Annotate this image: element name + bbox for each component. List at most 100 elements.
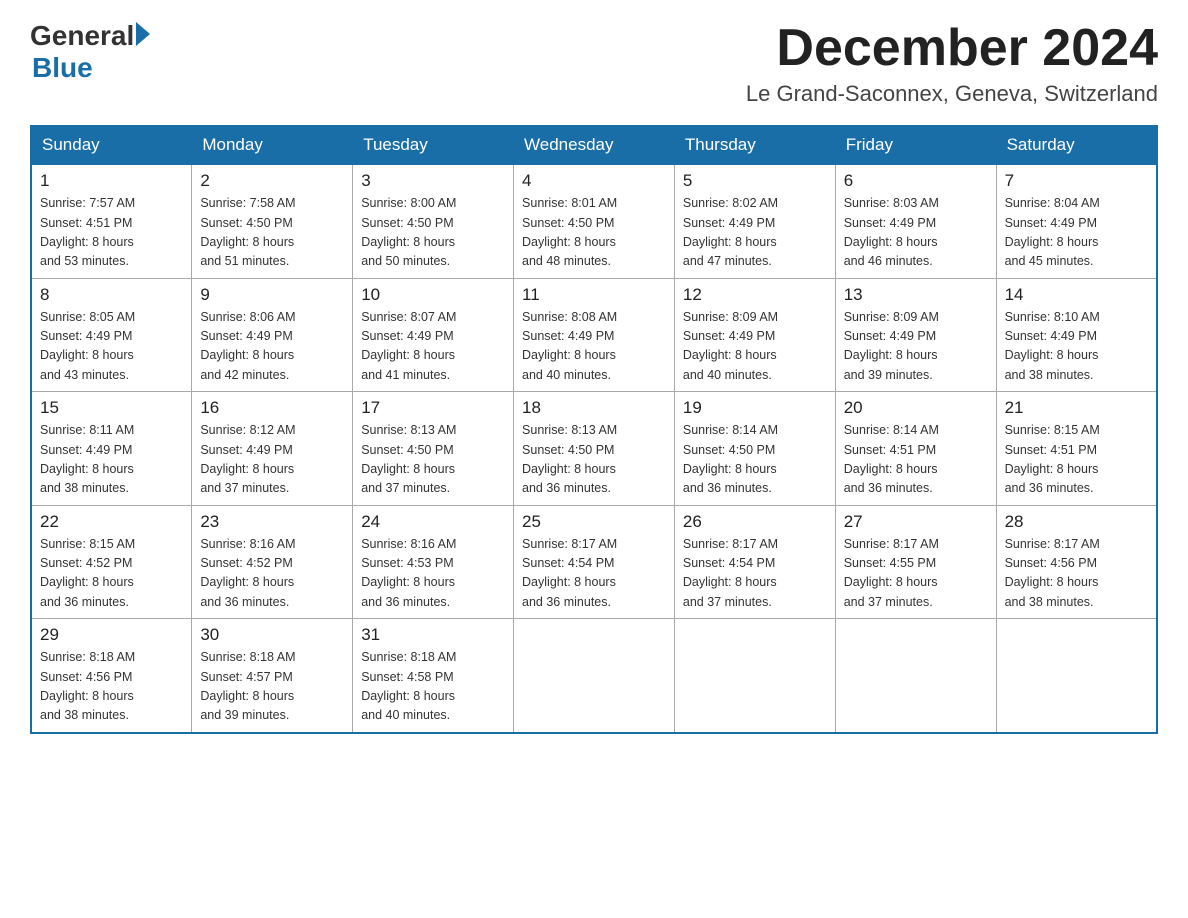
table-row: 6 Sunrise: 8:03 AMSunset: 4:49 PMDayligh… [835,164,996,278]
day-info: Sunrise: 8:07 AMSunset: 4:49 PMDaylight:… [361,310,456,382]
day-info: Sunrise: 7:58 AMSunset: 4:50 PMDaylight:… [200,196,295,268]
calendar-week-row: 22 Sunrise: 8:15 AMSunset: 4:52 PMDaylig… [31,505,1157,619]
day-info: Sunrise: 8:04 AMSunset: 4:49 PMDaylight:… [1005,196,1100,268]
table-row: 13 Sunrise: 8:09 AMSunset: 4:49 PMDaylig… [835,278,996,392]
day-number: 11 [522,285,666,305]
day-info: Sunrise: 8:18 AMSunset: 4:56 PMDaylight:… [40,650,135,722]
day-number: 17 [361,398,505,418]
day-info: Sunrise: 8:17 AMSunset: 4:56 PMDaylight:… [1005,537,1100,609]
table-row: 11 Sunrise: 8:08 AMSunset: 4:49 PMDaylig… [514,278,675,392]
day-number: 8 [40,285,183,305]
day-number: 5 [683,171,827,191]
day-info: Sunrise: 8:00 AMSunset: 4:50 PMDaylight:… [361,196,456,268]
logo: General Blue [30,20,150,84]
day-info: Sunrise: 8:17 AMSunset: 4:54 PMDaylight:… [522,537,617,609]
day-info: Sunrise: 8:18 AMSunset: 4:57 PMDaylight:… [200,650,295,722]
day-number: 22 [40,512,183,532]
table-row: 29 Sunrise: 8:18 AMSunset: 4:56 PMDaylig… [31,619,192,733]
logo-general-text: General [30,20,134,52]
table-row [514,619,675,733]
table-row [674,619,835,733]
table-row: 4 Sunrise: 8:01 AMSunset: 4:50 PMDayligh… [514,164,675,278]
day-info: Sunrise: 8:16 AMSunset: 4:52 PMDaylight:… [200,537,295,609]
day-info: Sunrise: 8:16 AMSunset: 4:53 PMDaylight:… [361,537,456,609]
day-number: 7 [1005,171,1148,191]
table-row: 12 Sunrise: 8:09 AMSunset: 4:49 PMDaylig… [674,278,835,392]
table-row: 17 Sunrise: 8:13 AMSunset: 4:50 PMDaylig… [353,392,514,506]
day-number: 9 [200,285,344,305]
table-row: 20 Sunrise: 8:14 AMSunset: 4:51 PMDaylig… [835,392,996,506]
table-row: 5 Sunrise: 8:02 AMSunset: 4:49 PMDayligh… [674,164,835,278]
day-info: Sunrise: 8:14 AMSunset: 4:51 PMDaylight:… [844,423,939,495]
col-wednesday: Wednesday [514,126,675,164]
table-row: 27 Sunrise: 8:17 AMSunset: 4:55 PMDaylig… [835,505,996,619]
day-number: 21 [1005,398,1148,418]
table-row: 8 Sunrise: 8:05 AMSunset: 4:49 PMDayligh… [31,278,192,392]
day-number: 23 [200,512,344,532]
day-info: Sunrise: 8:14 AMSunset: 4:50 PMDaylight:… [683,423,778,495]
table-row: 23 Sunrise: 8:16 AMSunset: 4:52 PMDaylig… [192,505,353,619]
day-number: 18 [522,398,666,418]
day-number: 16 [200,398,344,418]
day-info: Sunrise: 7:57 AMSunset: 4:51 PMDaylight:… [40,196,135,268]
day-number: 6 [844,171,988,191]
month-title: December 2024 [746,20,1158,77]
day-number: 29 [40,625,183,645]
day-number: 4 [522,171,666,191]
table-row: 2 Sunrise: 7:58 AMSunset: 4:50 PMDayligh… [192,164,353,278]
table-row: 22 Sunrise: 8:15 AMSunset: 4:52 PMDaylig… [31,505,192,619]
calendar-week-row: 8 Sunrise: 8:05 AMSunset: 4:49 PMDayligh… [31,278,1157,392]
day-info: Sunrise: 8:08 AMSunset: 4:49 PMDaylight:… [522,310,617,382]
day-number: 15 [40,398,183,418]
day-info: Sunrise: 8:15 AMSunset: 4:51 PMDaylight:… [1005,423,1100,495]
table-row: 3 Sunrise: 8:00 AMSunset: 4:50 PMDayligh… [353,164,514,278]
day-info: Sunrise: 8:18 AMSunset: 4:58 PMDaylight:… [361,650,456,722]
day-number: 3 [361,171,505,191]
day-number: 26 [683,512,827,532]
day-number: 25 [522,512,666,532]
day-number: 20 [844,398,988,418]
day-number: 2 [200,171,344,191]
table-row: 9 Sunrise: 8:06 AMSunset: 4:49 PMDayligh… [192,278,353,392]
table-row: 25 Sunrise: 8:17 AMSunset: 4:54 PMDaylig… [514,505,675,619]
location-title: Le Grand-Saconnex, Geneva, Switzerland [746,81,1158,107]
table-row: 31 Sunrise: 8:18 AMSunset: 4:58 PMDaylig… [353,619,514,733]
table-row [835,619,996,733]
table-row: 7 Sunrise: 8:04 AMSunset: 4:49 PMDayligh… [996,164,1157,278]
table-row: 14 Sunrise: 8:10 AMSunset: 4:49 PMDaylig… [996,278,1157,392]
day-info: Sunrise: 8:06 AMSunset: 4:49 PMDaylight:… [200,310,295,382]
table-row: 26 Sunrise: 8:17 AMSunset: 4:54 PMDaylig… [674,505,835,619]
logo-blue-text: Blue [32,52,150,84]
day-info: Sunrise: 8:01 AMSunset: 4:50 PMDaylight:… [522,196,617,268]
calendar-table: Sunday Monday Tuesday Wednesday Thursday… [30,125,1158,734]
col-thursday: Thursday [674,126,835,164]
table-row: 30 Sunrise: 8:18 AMSunset: 4:57 PMDaylig… [192,619,353,733]
day-info: Sunrise: 8:12 AMSunset: 4:49 PMDaylight:… [200,423,295,495]
table-row: 24 Sunrise: 8:16 AMSunset: 4:53 PMDaylig… [353,505,514,619]
table-row: 19 Sunrise: 8:14 AMSunset: 4:50 PMDaylig… [674,392,835,506]
calendar-header-row: Sunday Monday Tuesday Wednesday Thursday… [31,126,1157,164]
day-number: 1 [40,171,183,191]
table-row: 1 Sunrise: 7:57 AMSunset: 4:51 PMDayligh… [31,164,192,278]
calendar-week-row: 15 Sunrise: 8:11 AMSunset: 4:49 PMDaylig… [31,392,1157,506]
day-info: Sunrise: 8:11 AMSunset: 4:49 PMDaylight:… [40,423,134,495]
day-number: 13 [844,285,988,305]
day-number: 24 [361,512,505,532]
day-info: Sunrise: 8:13 AMSunset: 4:50 PMDaylight:… [522,423,617,495]
day-number: 10 [361,285,505,305]
calendar-week-row: 29 Sunrise: 8:18 AMSunset: 4:56 PMDaylig… [31,619,1157,733]
day-info: Sunrise: 8:17 AMSunset: 4:54 PMDaylight:… [683,537,778,609]
col-friday: Friday [835,126,996,164]
table-row: 21 Sunrise: 8:15 AMSunset: 4:51 PMDaylig… [996,392,1157,506]
page-header: General Blue December 2024 Le Grand-Saco… [30,20,1158,107]
logo-arrow-icon [136,22,150,46]
calendar-week-row: 1 Sunrise: 7:57 AMSunset: 4:51 PMDayligh… [31,164,1157,278]
day-number: 19 [683,398,827,418]
table-row: 28 Sunrise: 8:17 AMSunset: 4:56 PMDaylig… [996,505,1157,619]
table-row: 10 Sunrise: 8:07 AMSunset: 4:49 PMDaylig… [353,278,514,392]
day-info: Sunrise: 8:02 AMSunset: 4:49 PMDaylight:… [683,196,778,268]
day-info: Sunrise: 8:05 AMSunset: 4:49 PMDaylight:… [40,310,135,382]
day-number: 28 [1005,512,1148,532]
col-monday: Monday [192,126,353,164]
table-row: 15 Sunrise: 8:11 AMSunset: 4:49 PMDaylig… [31,392,192,506]
